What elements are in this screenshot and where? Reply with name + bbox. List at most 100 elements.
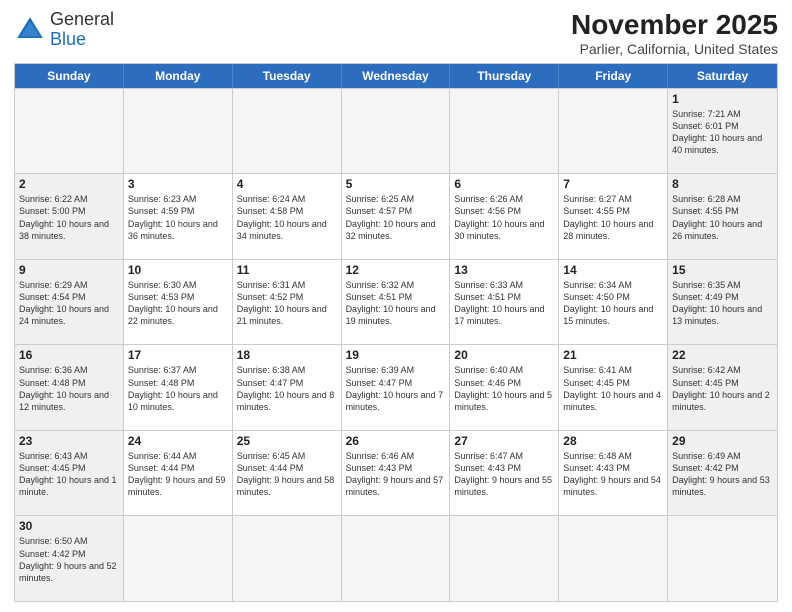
day-number: 13	[454, 263, 554, 277]
calendar-cell	[342, 516, 451, 601]
day-info: Sunrise: 6:48 AM Sunset: 4:43 PM Dayligh…	[563, 450, 663, 499]
logo-text: General Blue	[50, 10, 114, 50]
day-info: Sunrise: 6:25 AM Sunset: 4:57 PM Dayligh…	[346, 193, 446, 242]
day-info: Sunrise: 6:27 AM Sunset: 4:55 PM Dayligh…	[563, 193, 663, 242]
day-number: 28	[563, 434, 663, 448]
calendar-cell	[342, 89, 451, 174]
weekday-header-wednesday: Wednesday	[342, 64, 451, 88]
day-info: Sunrise: 6:35 AM Sunset: 4:49 PM Dayligh…	[672, 279, 773, 328]
calendar-cell	[559, 89, 668, 174]
weekday-header-saturday: Saturday	[668, 64, 777, 88]
calendar-cell: 10 Sunrise: 6:30 AM Sunset: 4:53 PM Dayli…	[124, 260, 233, 345]
day-info: Sunrise: 6:47 AM Sunset: 4:43 PM Dayligh…	[454, 450, 554, 499]
day-number: 8	[672, 177, 773, 191]
calendar-cell	[450, 89, 559, 174]
day-info: Sunrise: 6:30 AM Sunset: 4:53 PM Dayligh…	[128, 279, 228, 328]
day-info: Sunrise: 6:39 AM Sunset: 4:47 PM Dayligh…	[346, 364, 446, 413]
calendar-row-1: 2 Sunrise: 6:22 AM Sunset: 5:00 PM Daylig…	[15, 173, 777, 259]
day-number: 20	[454, 348, 554, 362]
calendar-cell: 9 Sunrise: 6:29 AM Sunset: 4:54 PM Daylig…	[15, 260, 124, 345]
calendar-cell: 26Sunrise: 6:46 AM Sunset: 4:43 PM Dayli…	[342, 431, 451, 516]
page: General Blue November 2025 Parlier, Cali…	[0, 0, 792, 612]
calendar-cell: 14Sunrise: 6:34 AM Sunset: 4:50 PM Dayli…	[559, 260, 668, 345]
calendar: SundayMondayTuesdayWednesdayThursdayFrid…	[14, 63, 778, 602]
weekday-header-friday: Friday	[559, 64, 668, 88]
calendar-row-0: 1Sunrise: 7:21 AM Sunset: 6:01 PM Daylig…	[15, 88, 777, 174]
day-info: Sunrise: 6:32 AM Sunset: 4:51 PM Dayligh…	[346, 279, 446, 328]
calendar-cell: 5 Sunrise: 6:25 AM Sunset: 4:57 PM Daylig…	[342, 174, 451, 259]
day-number: 18	[237, 348, 337, 362]
calendar-cell: 28 Sunrise: 6:48 AM Sunset: 4:43 PM Dayli…	[559, 431, 668, 516]
day-number: 22	[672, 348, 773, 362]
calendar-cell	[124, 516, 233, 601]
day-number: 4	[237, 177, 337, 191]
calendar-cell	[559, 516, 668, 601]
day-info: Sunrise: 6:26 AM Sunset: 4:56 PM Dayligh…	[454, 193, 554, 242]
day-number: 27	[454, 434, 554, 448]
calendar-cell: 20 Sunrise: 6:40 AM Sunset: 4:46 PM Dayli…	[450, 345, 559, 430]
calendar-body: 1Sunrise: 7:21 AM Sunset: 6:01 PM Daylig…	[15, 88, 777, 601]
day-number: 5	[346, 177, 446, 191]
day-info: Sunrise: 6:37 AM Sunset: 4:48 PM Dayligh…	[128, 364, 228, 413]
calendar-cell: 6Sunrise: 6:26 AM Sunset: 4:56 PM Daylig…	[450, 174, 559, 259]
calendar-cell	[450, 516, 559, 601]
day-number: 7	[563, 177, 663, 191]
logo-blue: Blue	[50, 30, 114, 50]
calendar-cell: 24 Sunrise: 6:44 AM Sunset: 4:44 PM Dayli…	[124, 431, 233, 516]
calendar-cell: 15 Sunrise: 6:35 AM Sunset: 4:49 PM Dayli…	[668, 260, 777, 345]
calendar-cell: 27 Sunrise: 6:47 AM Sunset: 4:43 PM Dayli…	[450, 431, 559, 516]
calendar-header: SundayMondayTuesdayWednesdayThursdayFrid…	[15, 64, 777, 88]
day-number: 25	[237, 434, 337, 448]
day-info: Sunrise: 6:31 AM Sunset: 4:52 PM Dayligh…	[237, 279, 337, 328]
calendar-cell: 23 Sunrise: 6:43 AM Sunset: 4:45 PM Dayli…	[15, 431, 124, 516]
day-number: 2	[19, 177, 119, 191]
logo-icon	[14, 14, 46, 46]
calendar-row-3: 16 Sunrise: 6:36 AM Sunset: 4:48 PM Dayli…	[15, 344, 777, 430]
day-number: 19	[346, 348, 446, 362]
day-number: 15	[672, 263, 773, 277]
day-number: 23	[19, 434, 119, 448]
day-info: Sunrise: 6:46 AM Sunset: 4:43 PM Dayligh…	[346, 450, 446, 499]
calendar-cell: 1Sunrise: 7:21 AM Sunset: 6:01 PM Daylig…	[668, 89, 777, 174]
calendar-cell: 30Sunrise: 6:50 AM Sunset: 4:42 PM Dayli…	[15, 516, 124, 601]
day-info: Sunrise: 6:23 AM Sunset: 4:59 PM Dayligh…	[128, 193, 228, 242]
calendar-cell: 11 Sunrise: 6:31 AM Sunset: 4:52 PM Dayli…	[233, 260, 342, 345]
calendar-cell: 2 Sunrise: 6:22 AM Sunset: 5:00 PM Daylig…	[15, 174, 124, 259]
day-number: 3	[128, 177, 228, 191]
calendar-subtitle: Parlier, California, United States	[571, 41, 778, 57]
day-info: Sunrise: 6:42 AM Sunset: 4:45 PM Dayligh…	[672, 364, 773, 413]
calendar-cell	[15, 89, 124, 174]
day-info: Sunrise: 6:28 AM Sunset: 4:55 PM Dayligh…	[672, 193, 773, 242]
day-info: Sunrise: 6:49 AM Sunset: 4:42 PM Dayligh…	[672, 450, 773, 499]
calendar-cell	[233, 89, 342, 174]
calendar-cell	[124, 89, 233, 174]
calendar-row-5: 30Sunrise: 6:50 AM Sunset: 4:42 PM Dayli…	[15, 515, 777, 601]
weekday-header-monday: Monday	[124, 64, 233, 88]
day-info: Sunrise: 6:29 AM Sunset: 4:54 PM Dayligh…	[19, 279, 119, 328]
day-number: 11	[237, 263, 337, 277]
day-number: 9	[19, 263, 119, 277]
day-info: Sunrise: 6:40 AM Sunset: 4:46 PM Dayligh…	[454, 364, 554, 413]
day-number: 10	[128, 263, 228, 277]
calendar-cell: 21Sunrise: 6:41 AM Sunset: 4:45 PM Dayli…	[559, 345, 668, 430]
logo: General Blue	[14, 10, 114, 50]
day-number: 12	[346, 263, 446, 277]
calendar-cell: 29 Sunrise: 6:49 AM Sunset: 4:42 PM Dayli…	[668, 431, 777, 516]
day-info: Sunrise: 6:45 AM Sunset: 4:44 PM Dayligh…	[237, 450, 337, 499]
day-info: Sunrise: 6:38 AM Sunset: 4:47 PM Dayligh…	[237, 364, 337, 413]
day-number: 29	[672, 434, 773, 448]
day-info: Sunrise: 6:44 AM Sunset: 4:44 PM Dayligh…	[128, 450, 228, 499]
day-info: Sunrise: 6:22 AM Sunset: 5:00 PM Dayligh…	[19, 193, 119, 242]
day-info: Sunrise: 6:43 AM Sunset: 4:45 PM Dayligh…	[19, 450, 119, 499]
day-number: 16	[19, 348, 119, 362]
day-number: 14	[563, 263, 663, 277]
day-info: Sunrise: 7:21 AM Sunset: 6:01 PM Dayligh…	[672, 108, 773, 157]
day-number: 24	[128, 434, 228, 448]
calendar-cell: 3 Sunrise: 6:23 AM Sunset: 4:59 PM Daylig…	[124, 174, 233, 259]
day-info: Sunrise: 6:36 AM Sunset: 4:48 PM Dayligh…	[19, 364, 119, 413]
calendar-cell: 22 Sunrise: 6:42 AM Sunset: 4:45 PM Dayli…	[668, 345, 777, 430]
calendar-cell: 16 Sunrise: 6:36 AM Sunset: 4:48 PM Dayli…	[15, 345, 124, 430]
day-info: Sunrise: 6:50 AM Sunset: 4:42 PM Dayligh…	[19, 535, 119, 584]
calendar-cell: 17Sunrise: 6:37 AM Sunset: 4:48 PM Dayli…	[124, 345, 233, 430]
header: General Blue November 2025 Parlier, Cali…	[14, 10, 778, 57]
